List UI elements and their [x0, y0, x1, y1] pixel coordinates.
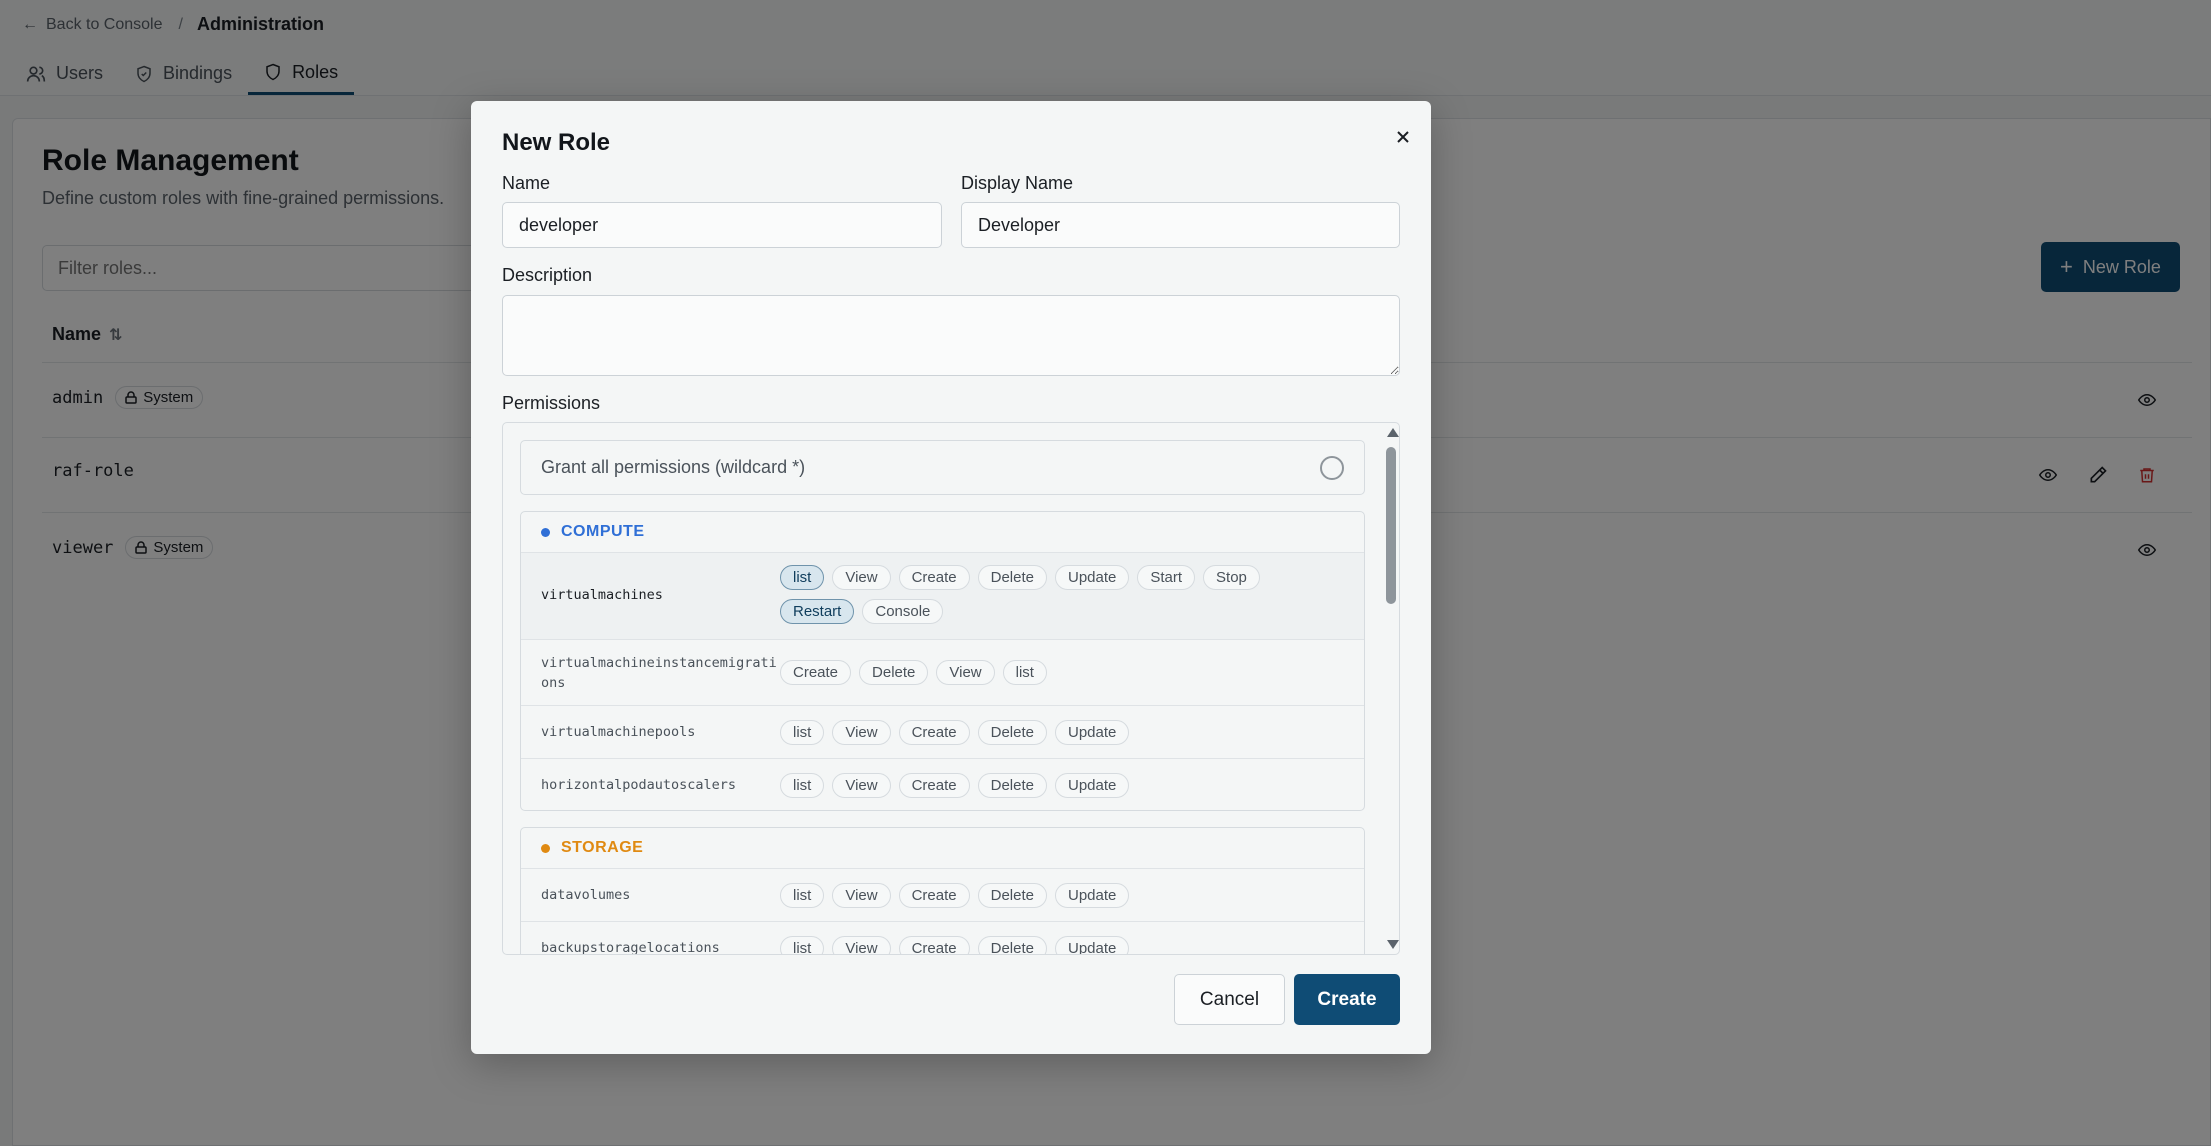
verb-chip[interactable]: Update	[1054, 883, 1130, 908]
permission-group-compute: COMPUTE virtualmachines list View Create…	[520, 511, 1365, 811]
wildcard-label: Grant all permissions (wildcard *)	[541, 457, 806, 477]
create-button[interactable]: Create	[1294, 974, 1400, 1025]
verb-chip[interactable]: Start	[1137, 565, 1196, 590]
group-title: COMPUTE	[561, 523, 645, 540]
verb-chip[interactable]: Stop	[1203, 565, 1260, 590]
verb-chip[interactable]: Restart	[780, 599, 855, 624]
scrollbar[interactable]	[1383, 423, 1399, 954]
verb-chip[interactable]: list	[780, 883, 825, 908]
scrollbar-thumb[interactable]	[1386, 447, 1396, 604]
cancel-button[interactable]: Cancel	[1174, 974, 1285, 1025]
verb-chip[interactable]: Delete	[977, 773, 1047, 798]
resource-name: virtualmachines	[541, 587, 663, 603]
close-button[interactable]	[1389, 123, 1417, 151]
resource-name: virtualmachinepools	[541, 724, 696, 740]
verb-list: list View Create Delete Update	[780, 720, 1340, 745]
group-header: COMPUTE	[521, 512, 1364, 553]
verb-chip[interactable]: Create	[898, 565, 970, 590]
verb-chip[interactable]: Create	[780, 660, 852, 685]
verb-chip[interactable]: View	[832, 883, 891, 908]
wildcard-radio[interactable]	[1320, 456, 1344, 480]
verb-chip[interactable]: View	[832, 936, 891, 954]
verb-chip[interactable]: Console	[862, 599, 944, 624]
group-dot	[541, 527, 550, 537]
resource-name: datavolumes	[541, 887, 631, 903]
resource-row: virtualmachineinstancemigrations Create …	[521, 640, 1364, 706]
verb-chip[interactable]: Create	[898, 773, 970, 798]
verb-chip[interactable]: list	[1002, 660, 1047, 685]
group-title: STORAGE	[561, 839, 644, 856]
resource-row: backupstoragelocations list View Create …	[521, 922, 1364, 955]
new-role-dialog: New Role Name Display Name Description P…	[471, 101, 1431, 1054]
verb-chip[interactable]: list	[780, 773, 825, 798]
resource-name: virtualmachineinstancemigrations	[541, 655, 777, 691]
verb-chip[interactable]: View	[936, 660, 995, 685]
group-header: STORAGE	[521, 828, 1364, 869]
scroll-up-arrow-icon[interactable]	[1387, 428, 1399, 437]
verb-chip[interactable]: View	[832, 565, 891, 590]
verb-chip[interactable]: list	[780, 720, 825, 745]
resource-row: virtualmachines list View Create Delete …	[521, 553, 1364, 640]
permission-group-storage: STORAGE datavolumes list View Create Del…	[520, 827, 1365, 955]
resource-row: virtualmachinepools list View Create Del…	[521, 706, 1364, 759]
name-field[interactable]	[502, 202, 942, 248]
verb-list: list View Create Delete Update	[780, 936, 1340, 954]
group-dot	[541, 843, 550, 853]
scroll-down-arrow-icon[interactable]	[1387, 940, 1399, 949]
resource-name: horizontalpodautoscalers	[541, 777, 737, 793]
verb-chip[interactable]: Update	[1054, 720, 1130, 745]
verb-list: list View Create Delete Update Start Sto…	[780, 565, 1340, 624]
dialog-title: New Role	[502, 129, 611, 156]
resource-row: horizontalpodautoscalers list View Creat…	[521, 759, 1364, 810]
verb-list: list View Create Delete Update	[780, 773, 1340, 798]
permissions-list[interactable]: Grant all permissions (wildcard *) COMPU…	[502, 422, 1400, 955]
verb-chip[interactable]: View	[832, 720, 891, 745]
verb-chip[interactable]: Delete	[977, 565, 1047, 590]
verb-chip[interactable]: Update	[1054, 773, 1130, 798]
verb-chip[interactable]: Create	[898, 720, 970, 745]
close-icon	[1397, 131, 1409, 143]
verb-chip[interactable]: Update	[1054, 936, 1130, 954]
display-name-label: Display Name	[961, 173, 1074, 193]
verb-chip[interactable]: Delete	[977, 883, 1047, 908]
verb-chip[interactable]: View	[832, 773, 891, 798]
permissions-label: Permissions	[502, 393, 601, 413]
resource-row: datavolumes list View Create Delete Upda…	[521, 869, 1364, 922]
verb-chip[interactable]: Create	[898, 883, 970, 908]
description-label: Description	[502, 265, 593, 285]
verb-list: list View Create Delete Update	[780, 883, 1340, 908]
resource-name: backupstoragelocations	[541, 940, 720, 955]
verb-chip[interactable]: Delete	[859, 660, 929, 685]
verb-chip[interactable]: Delete	[977, 720, 1047, 745]
verb-chip[interactable]: list	[780, 936, 825, 954]
wildcard-option[interactable]: Grant all permissions (wildcard *)	[520, 440, 1365, 495]
verb-chip[interactable]: Update	[1054, 565, 1130, 590]
display-name-field[interactable]	[961, 202, 1400, 248]
verb-chip[interactable]: Create	[898, 936, 970, 954]
verb-list: Create Delete View list	[780, 660, 1340, 685]
verb-chip[interactable]: list	[780, 565, 825, 590]
verb-chip[interactable]: Delete	[977, 936, 1047, 954]
name-label: Name	[502, 173, 551, 193]
description-field[interactable]	[502, 295, 1400, 376]
